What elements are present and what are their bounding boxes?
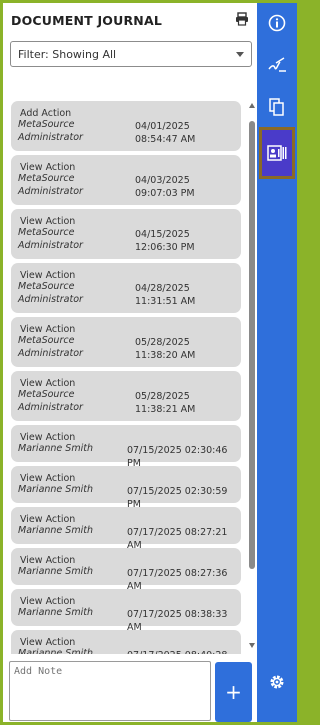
filter-dropdown[interactable]: Filter: Showing All (10, 41, 252, 67)
journal-entry[interactable]: View Action MetaSource Administrator 04/03… (11, 155, 241, 205)
entry-action: View Action (20, 555, 76, 566)
entry-action: View Action (20, 596, 76, 607)
entry-user: Marianne Smith (18, 525, 93, 536)
signature-icon[interactable] (263, 51, 291, 79)
entry-user: Marianne Smith (18, 443, 93, 454)
app-frame: DOCUMENT JOURNAL Filter: Showing All Add… (3, 3, 297, 722)
entry-user: MetaSource Administrator (18, 389, 83, 413)
entry-timestamp: 04/03/2025 09:07:03 PM (135, 175, 195, 199)
entry-action: View Action (20, 514, 76, 525)
scrollbar-thumb[interactable] (249, 121, 255, 569)
entry-timestamp: 07/17/2025 08:40:28 AM (127, 649, 241, 654)
journal-entry[interactable]: View Action MetaSource Administrator 05/28… (11, 317, 241, 367)
journal-entry[interactable]: View Action Marianne Smith 07/15/2025 02:3… (11, 466, 241, 510)
entry-user: Marianne Smith (18, 484, 93, 495)
right-sidebar (257, 3, 297, 722)
journal-entry[interactable]: View Action Marianne Smith 07/17/2025 08:2… (11, 548, 241, 592)
chevron-down-icon (236, 52, 244, 57)
scrollbar[interactable] (248, 99, 256, 654)
entry-action: View Action (20, 162, 76, 173)
journal-entry[interactable]: View Action Marianne Smith 07/15/2025 02:3… (11, 425, 241, 469)
journal-entry[interactable]: Add Action MetaSource Administrator 04/01/… (11, 101, 241, 151)
entry-timestamp: 05/28/2025 11:38:21 AM (135, 391, 196, 415)
journal-entry-list: Add Action MetaSource Administrator 04/01/… (3, 99, 248, 654)
entry-user: Marianne Smith (18, 607, 93, 618)
panel-title: DOCUMENT JOURNAL (11, 13, 162, 28)
entry-action: View Action (20, 324, 76, 335)
entry-user: MetaSource Administrator (18, 335, 83, 359)
journal-card-icon[interactable] (259, 127, 295, 179)
journal-entry[interactable]: View Action Marianne Smith 07/17/2025 08:2… (11, 507, 241, 551)
filter-selected-value: Filter: Showing All (18, 48, 117, 61)
printer-icon[interactable] (235, 12, 249, 26)
journal-entry[interactable]: View ActionMarianne Smith 07/17/2025 08:4… (11, 630, 241, 654)
entry-action: View Action (20, 270, 76, 281)
info-icon[interactable] (263, 9, 291, 37)
entry-timestamp: 04/28/2025 11:31:51 AM (135, 283, 196, 307)
add-note-button[interactable]: + (215, 662, 252, 722)
journal-entry[interactable]: View Action MetaSource Administrator 04/15… (11, 209, 241, 259)
settings-gear-icon[interactable] (263, 668, 291, 696)
entry-timestamp: 05/28/2025 11:38:20 AM (135, 337, 196, 361)
entry-user: MetaSource Administrator (18, 119, 83, 143)
entry-action: View Action (20, 216, 76, 227)
panel-header: DOCUMENT JOURNAL (11, 11, 251, 31)
copy-documents-icon[interactable] (263, 93, 291, 121)
entry-user: Marianne Smith (18, 648, 93, 654)
scroll-up-arrow-icon[interactable] (249, 103, 255, 108)
entry-timestamp: 04/01/2025 08:54:47 AM (135, 121, 196, 145)
entry-action: Add Action (20, 108, 72, 119)
entry-action: View Action (20, 432, 76, 443)
entry-user: MetaSource Administrator (18, 173, 83, 197)
entry-action: View Action (20, 378, 76, 389)
entry-user: Marianne Smith (18, 566, 93, 577)
entry-user: MetaSource Administrator (18, 281, 83, 305)
entry-action: View Action (20, 473, 76, 484)
entry-user: MetaSource Administrator (18, 227, 83, 251)
entry-action: View Action (20, 637, 76, 648)
journal-entry[interactable]: View Action Marianne Smith 07/17/2025 08:3… (11, 589, 241, 633)
document-journal-panel: DOCUMENT JOURNAL Filter: Showing All Add… (3, 3, 257, 722)
add-note-input[interactable] (9, 661, 211, 721)
entry-timestamp: 04/15/2025 12:06:30 PM (135, 229, 195, 253)
journal-entry[interactable]: View Action MetaSource Administrator 05/28… (11, 371, 241, 421)
journal-entry[interactable]: View Action MetaSource Administrator 04/28… (11, 263, 241, 313)
scroll-down-arrow-icon[interactable] (249, 643, 255, 648)
